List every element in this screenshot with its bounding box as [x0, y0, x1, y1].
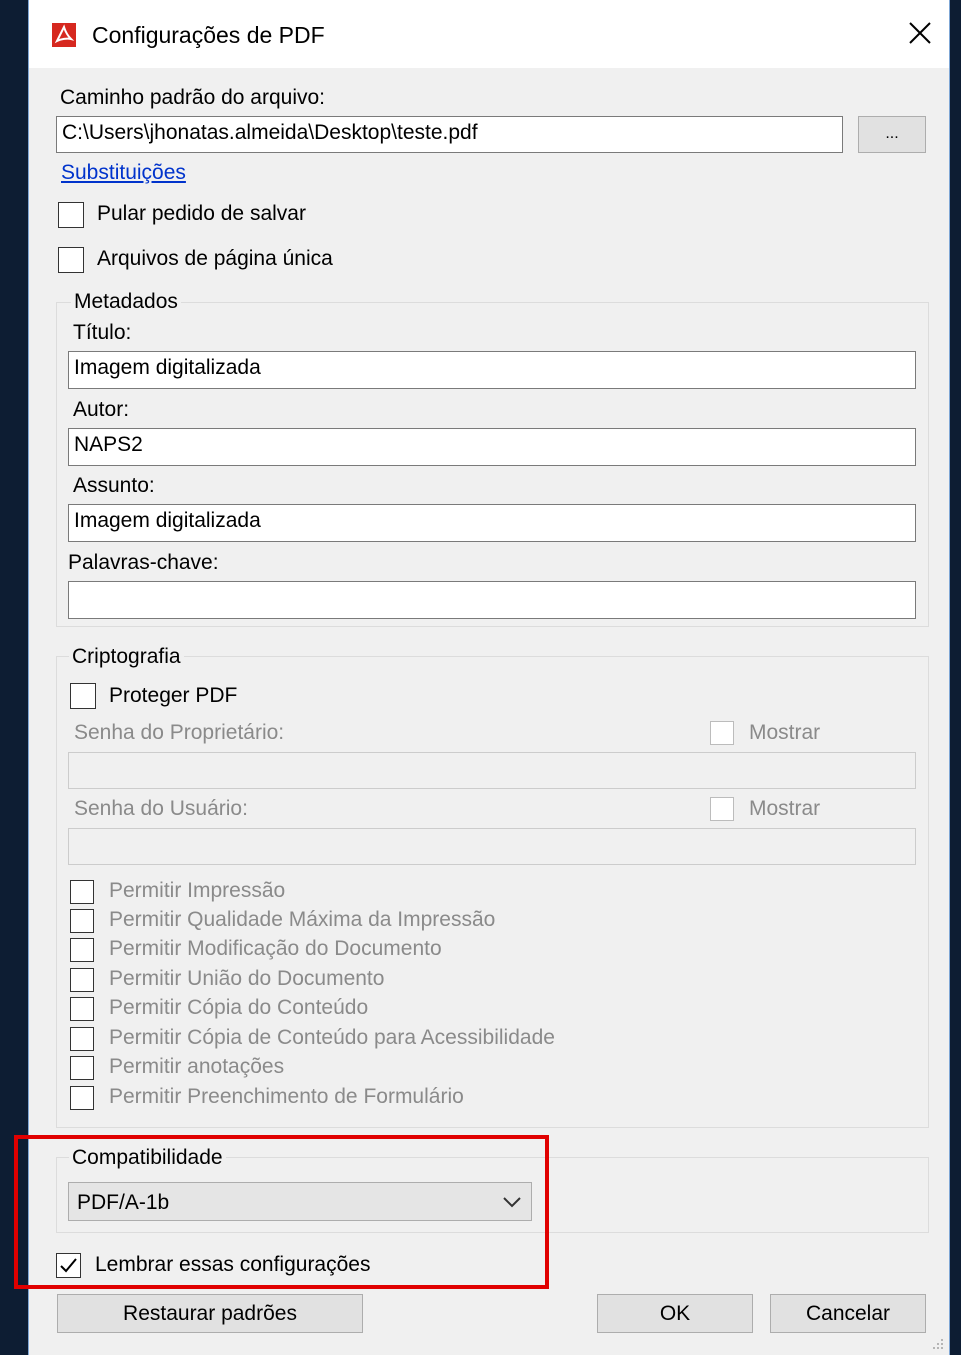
title-bar: Configurações de PDF	[29, 0, 949, 68]
permission-fill-form-label: Permitir Preenchimento de Formulário	[109, 1085, 464, 1108]
remember-settings-label: Lembrar essas configurações	[95, 1253, 371, 1276]
pdf-app-icon	[51, 22, 77, 48]
permission-checkbox[interactable]	[70, 1056, 94, 1080]
protect-pdf-checkbox[interactable]	[70, 683, 96, 709]
author-field-label: Autor:	[73, 398, 130, 421]
keywords-field[interactable]	[68, 581, 916, 619]
single-page-files-checkbox[interactable]	[58, 247, 84, 273]
single-page-files-label: Arquivos de página única	[97, 247, 333, 270]
browse-button[interactable]: ...	[858, 116, 926, 153]
compatibility-dropdown[interactable]: PDF/A-1b	[68, 1182, 532, 1221]
close-icon	[909, 22, 931, 44]
ok-button[interactable]: OK	[597, 1294, 753, 1333]
pdf-settings-dialog: Configurações de PDF Caminho padrão do a…	[28, 0, 950, 1355]
title-field-label: Título:	[73, 321, 132, 344]
keywords-field-label: Palavras-chave:	[68, 551, 219, 574]
permission-copy-label: Permitir Cópia do Conteúdo	[109, 996, 369, 1019]
permission-checkbox[interactable]	[70, 997, 94, 1021]
user-show-password-checkbox[interactable]	[710, 797, 734, 821]
permission-full-quality-print-label: Permitir Qualidade Máxima da Impressão	[109, 908, 496, 931]
permission-checkbox[interactable]	[70, 968, 94, 992]
title-field[interactable]: Imagem digitalizada	[68, 351, 916, 389]
user-password-field[interactable]	[68, 828, 916, 865]
encryption-group-title: Criptografia	[69, 645, 184, 669]
subject-field-label: Assunto:	[73, 474, 155, 497]
owner-show-password-label: Mostrar	[749, 721, 821, 744]
permission-print-label: Permitir Impressão	[109, 879, 286, 902]
metadata-group-title: Metadados	[71, 290, 181, 314]
skip-save-prompt-checkbox[interactable]	[58, 202, 84, 228]
permission-assemble-label: Permitir União do Documento	[109, 967, 385, 990]
file-path-input[interactable]: C:\Users\jhonatas.almeida\Desktop\teste.…	[56, 116, 843, 153]
owner-password-label: Senha do Proprietário:	[74, 721, 285, 744]
owner-password-field[interactable]	[68, 752, 916, 789]
checkmark-icon	[60, 1258, 77, 1273]
cancel-button[interactable]: Cancelar	[770, 1294, 926, 1333]
window-title: Configurações de PDF	[92, 22, 325, 48]
user-show-password-label: Mostrar	[749, 797, 821, 820]
resize-grip-icon[interactable]	[931, 1337, 945, 1351]
permission-checkbox[interactable]	[70, 1027, 94, 1051]
permission-modify-label: Permitir Modificação do Documento	[109, 937, 442, 960]
permission-copy-accessibility-label: Permitir Cópia de Conteúdo para Acessibi…	[109, 1026, 555, 1049]
permission-checkbox[interactable]	[70, 938, 94, 962]
file-path-label: Caminho padrão do arquivo:	[60, 86, 326, 109]
permission-annotate-label: Permitir anotações	[109, 1055, 285, 1078]
remember-settings-checkbox[interactable]	[56, 1253, 81, 1278]
author-field[interactable]: NAPS2	[68, 428, 916, 466]
restore-defaults-button[interactable]: Restaurar padrões	[57, 1294, 363, 1333]
compatibility-group-title: Compatibilidade	[69, 1146, 226, 1170]
owner-show-password-checkbox[interactable]	[710, 721, 734, 745]
chevron-down-icon	[503, 1197, 521, 1208]
protect-pdf-label: Proteger PDF	[109, 684, 238, 707]
permission-checkbox[interactable]	[70, 909, 94, 933]
subject-field[interactable]: Imagem digitalizada	[68, 504, 916, 542]
compatibility-selected-value: PDF/A-1b	[77, 1191, 170, 1214]
user-password-label: Senha do Usuário:	[74, 797, 248, 820]
close-button[interactable]	[889, 0, 949, 68]
substitutions-link[interactable]: Substituições	[61, 161, 186, 185]
permission-checkbox[interactable]	[70, 880, 94, 904]
permission-checkbox[interactable]	[70, 1086, 94, 1110]
skip-save-prompt-label: Pular pedido de salvar	[97, 202, 306, 225]
